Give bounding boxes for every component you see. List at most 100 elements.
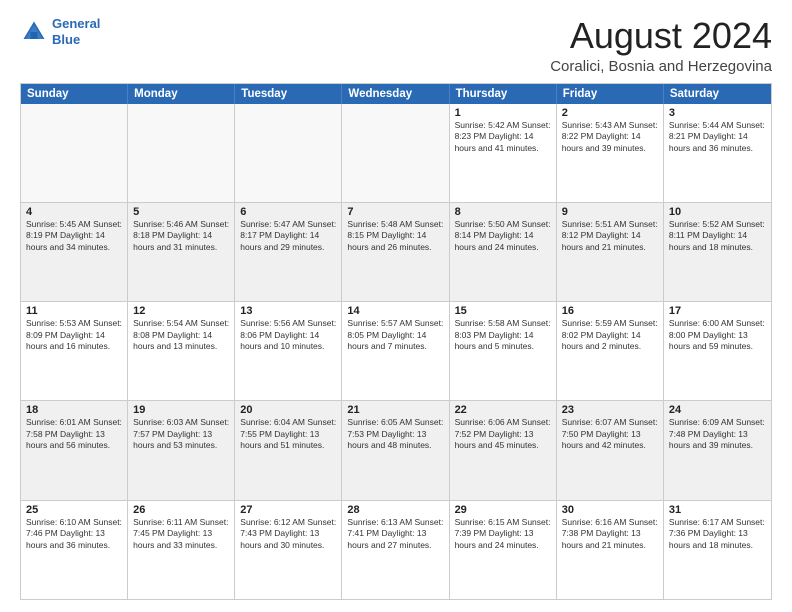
calendar-cell-day-22: 22Sunrise: 6:06 AM Sunset: 7:52 PM Dayli…	[450, 401, 557, 499]
day-info: Sunrise: 5:53 AM Sunset: 8:09 PM Dayligh…	[26, 318, 122, 352]
day-number: 30	[562, 504, 658, 516]
day-number: 22	[455, 404, 551, 416]
calendar-row-2: 11Sunrise: 5:53 AM Sunset: 8:09 PM Dayli…	[21, 301, 771, 400]
day-info: Sunrise: 5:48 AM Sunset: 8:15 PM Dayligh…	[347, 219, 443, 253]
calendar-cell-day-1: 1Sunrise: 5:42 AM Sunset: 8:23 PM Daylig…	[450, 104, 557, 202]
day-number: 3	[669, 107, 766, 119]
header: General Blue August 2024 Coralici, Bosni…	[20, 16, 772, 75]
day-number: 6	[240, 206, 336, 218]
day-info: Sunrise: 6:04 AM Sunset: 7:55 PM Dayligh…	[240, 417, 336, 451]
calendar-cell-day-26: 26Sunrise: 6:11 AM Sunset: 7:45 PM Dayli…	[128, 501, 235, 599]
calendar-cell-empty	[235, 104, 342, 202]
day-info: Sunrise: 5:45 AM Sunset: 8:19 PM Dayligh…	[26, 219, 122, 253]
day-info: Sunrise: 6:09 AM Sunset: 7:48 PM Dayligh…	[669, 417, 766, 451]
day-number: 31	[669, 504, 766, 516]
day-info: Sunrise: 5:46 AM Sunset: 8:18 PM Dayligh…	[133, 219, 229, 253]
day-number: 20	[240, 404, 336, 416]
calendar-cell-day-31: 31Sunrise: 6:17 AM Sunset: 7:36 PM Dayli…	[664, 501, 771, 599]
day-number: 21	[347, 404, 443, 416]
day-number: 26	[133, 504, 229, 516]
day-info: Sunrise: 6:07 AM Sunset: 7:50 PM Dayligh…	[562, 417, 658, 451]
day-info: Sunrise: 6:01 AM Sunset: 7:58 PM Dayligh…	[26, 417, 122, 451]
day-info: Sunrise: 6:11 AM Sunset: 7:45 PM Dayligh…	[133, 517, 229, 551]
header-day-sunday: Sunday	[21, 84, 128, 104]
calendar-cell-day-17: 17Sunrise: 6:00 AM Sunset: 8:00 PM Dayli…	[664, 302, 771, 400]
day-number: 27	[240, 504, 336, 516]
day-number: 8	[455, 206, 551, 218]
day-info: Sunrise: 5:59 AM Sunset: 8:02 PM Dayligh…	[562, 318, 658, 352]
day-number: 14	[347, 305, 443, 317]
day-info: Sunrise: 6:17 AM Sunset: 7:36 PM Dayligh…	[669, 517, 766, 551]
day-number: 28	[347, 504, 443, 516]
day-info: Sunrise: 5:52 AM Sunset: 8:11 PM Dayligh…	[669, 219, 766, 253]
day-info: Sunrise: 5:57 AM Sunset: 8:05 PM Dayligh…	[347, 318, 443, 352]
page: General Blue August 2024 Coralici, Bosni…	[0, 0, 792, 612]
day-number: 15	[455, 305, 551, 317]
day-info: Sunrise: 6:00 AM Sunset: 8:00 PM Dayligh…	[669, 318, 766, 352]
day-info: Sunrise: 6:05 AM Sunset: 7:53 PM Dayligh…	[347, 417, 443, 451]
logo-icon	[20, 18, 48, 46]
calendar-cell-day-12: 12Sunrise: 5:54 AM Sunset: 8:08 PM Dayli…	[128, 302, 235, 400]
logo: General Blue	[20, 16, 100, 47]
calendar-cell-day-20: 20Sunrise: 6:04 AM Sunset: 7:55 PM Dayli…	[235, 401, 342, 499]
day-number: 2	[562, 107, 658, 119]
calendar-cell-day-10: 10Sunrise: 5:52 AM Sunset: 8:11 PM Dayli…	[664, 203, 771, 301]
calendar: SundayMondayTuesdayWednesdayThursdayFrid…	[20, 83, 772, 600]
calendar-cell-day-2: 2Sunrise: 5:43 AM Sunset: 8:22 PM Daylig…	[557, 104, 664, 202]
calendar-cell-day-7: 7Sunrise: 5:48 AM Sunset: 8:15 PM Daylig…	[342, 203, 449, 301]
day-number: 13	[240, 305, 336, 317]
logo-general: General	[52, 16, 100, 31]
day-info: Sunrise: 5:47 AM Sunset: 8:17 PM Dayligh…	[240, 219, 336, 253]
day-number: 29	[455, 504, 551, 516]
calendar-cell-day-3: 3Sunrise: 5:44 AM Sunset: 8:21 PM Daylig…	[664, 104, 771, 202]
day-info: Sunrise: 6:16 AM Sunset: 7:38 PM Dayligh…	[562, 517, 658, 551]
day-info: Sunrise: 5:50 AM Sunset: 8:14 PM Dayligh…	[455, 219, 551, 253]
header-day-tuesday: Tuesday	[235, 84, 342, 104]
day-number: 17	[669, 305, 766, 317]
day-number: 18	[26, 404, 122, 416]
calendar-cell-empty	[21, 104, 128, 202]
header-day-saturday: Saturday	[664, 84, 771, 104]
calendar-cell-day-5: 5Sunrise: 5:46 AM Sunset: 8:18 PM Daylig…	[128, 203, 235, 301]
day-number: 24	[669, 404, 766, 416]
day-info: Sunrise: 5:54 AM Sunset: 8:08 PM Dayligh…	[133, 318, 229, 352]
day-info: Sunrise: 5:43 AM Sunset: 8:22 PM Dayligh…	[562, 120, 658, 154]
calendar-cell-day-25: 25Sunrise: 6:10 AM Sunset: 7:46 PM Dayli…	[21, 501, 128, 599]
header-day-friday: Friday	[557, 84, 664, 104]
calendar-cell-day-30: 30Sunrise: 6:16 AM Sunset: 7:38 PM Dayli…	[557, 501, 664, 599]
calendar-cell-day-11: 11Sunrise: 5:53 AM Sunset: 8:09 PM Dayli…	[21, 302, 128, 400]
calendar-cell-day-24: 24Sunrise: 6:09 AM Sunset: 7:48 PM Dayli…	[664, 401, 771, 499]
day-info: Sunrise: 6:12 AM Sunset: 7:43 PM Dayligh…	[240, 517, 336, 551]
day-number: 5	[133, 206, 229, 218]
day-number: 4	[26, 206, 122, 218]
day-info: Sunrise: 6:10 AM Sunset: 7:46 PM Dayligh…	[26, 517, 122, 551]
calendar-row-3: 18Sunrise: 6:01 AM Sunset: 7:58 PM Dayli…	[21, 400, 771, 499]
day-info: Sunrise: 5:56 AM Sunset: 8:06 PM Dayligh…	[240, 318, 336, 352]
day-number: 11	[26, 305, 122, 317]
day-number: 7	[347, 206, 443, 218]
header-day-wednesday: Wednesday	[342, 84, 449, 104]
day-info: Sunrise: 6:06 AM Sunset: 7:52 PM Dayligh…	[455, 417, 551, 451]
day-info: Sunrise: 5:51 AM Sunset: 8:12 PM Dayligh…	[562, 219, 658, 253]
day-number: 16	[562, 305, 658, 317]
subtitle: Coralici, Bosnia and Herzegovina	[550, 58, 772, 75]
day-number: 12	[133, 305, 229, 317]
calendar-cell-day-8: 8Sunrise: 5:50 AM Sunset: 8:14 PM Daylig…	[450, 203, 557, 301]
day-info: Sunrise: 5:58 AM Sunset: 8:03 PM Dayligh…	[455, 318, 551, 352]
calendar-cell-day-15: 15Sunrise: 5:58 AM Sunset: 8:03 PM Dayli…	[450, 302, 557, 400]
calendar-cell-day-18: 18Sunrise: 6:01 AM Sunset: 7:58 PM Dayli…	[21, 401, 128, 499]
calendar-cell-day-6: 6Sunrise: 5:47 AM Sunset: 8:17 PM Daylig…	[235, 203, 342, 301]
calendar-cell-empty	[342, 104, 449, 202]
calendar-cell-day-21: 21Sunrise: 6:05 AM Sunset: 7:53 PM Dayli…	[342, 401, 449, 499]
calendar-row-1: 4Sunrise: 5:45 AM Sunset: 8:19 PM Daylig…	[21, 202, 771, 301]
day-info: Sunrise: 6:03 AM Sunset: 7:57 PM Dayligh…	[133, 417, 229, 451]
day-info: Sunrise: 6:15 AM Sunset: 7:39 PM Dayligh…	[455, 517, 551, 551]
calendar-row-4: 25Sunrise: 6:10 AM Sunset: 7:46 PM Dayli…	[21, 500, 771, 599]
day-number: 10	[669, 206, 766, 218]
calendar-cell-empty	[128, 104, 235, 202]
day-number: 23	[562, 404, 658, 416]
title-block: August 2024 Coralici, Bosnia and Herzego…	[550, 16, 772, 75]
day-info: Sunrise: 6:13 AM Sunset: 7:41 PM Dayligh…	[347, 517, 443, 551]
day-number: 9	[562, 206, 658, 218]
day-number: 1	[455, 107, 551, 119]
